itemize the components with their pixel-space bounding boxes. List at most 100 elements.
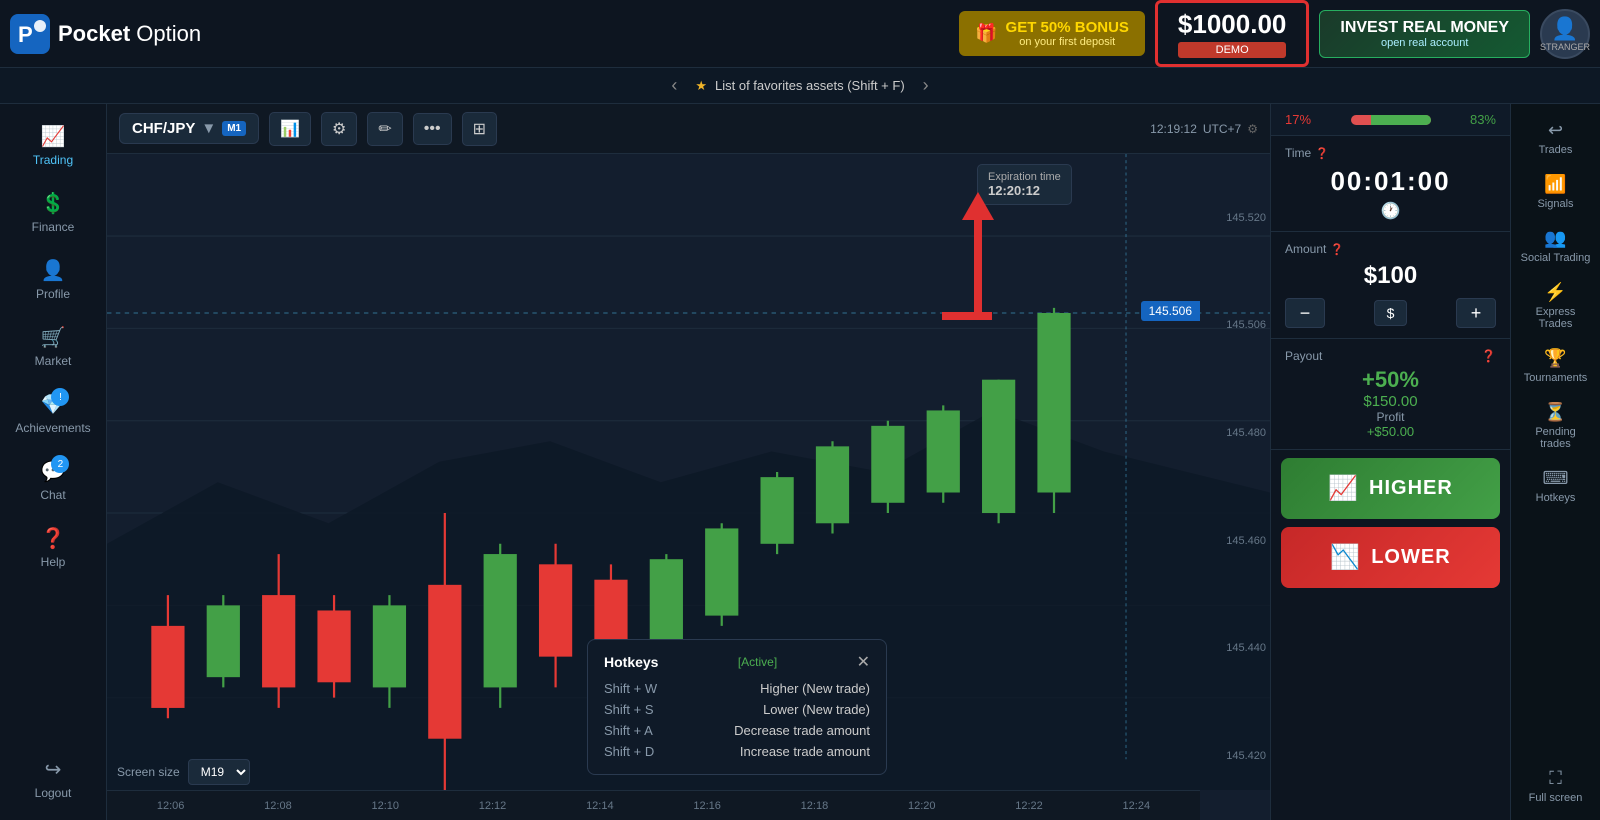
- main-layout: 📈 Trading 💲 Finance 👤 Profile 🛒 Market 💎…: [0, 104, 1600, 820]
- more-button[interactable]: •••: [413, 113, 452, 145]
- indicators-button[interactable]: ⚙: [321, 112, 357, 146]
- signals-icon: 📶: [1544, 174, 1566, 195]
- fav-prev-arrow[interactable]: ‹: [661, 75, 687, 96]
- chart-toolbar: CHF/JPY ▼ M1 📊 ⚙ ✏ ••• ⊞ 12:19:12 UTC+7 …: [107, 104, 1270, 154]
- x-label-8: 12:22: [975, 800, 1082, 812]
- fr-label-pending-trades: Pending trades: [1520, 426, 1592, 450]
- x-label-2: 12:10: [332, 800, 439, 812]
- fr-item-trades[interactable]: ↩ Trades: [1516, 112, 1596, 164]
- higher-label: HIGHER: [1369, 477, 1453, 500]
- sidebar-item-logout[interactable]: ↪ Logout: [8, 747, 98, 810]
- payout-help-icon: ❓: [1481, 349, 1496, 363]
- amount-minus-button[interactable]: −: [1285, 298, 1325, 328]
- fr-item-express-trades[interactable]: ⚡ Express Trades: [1516, 274, 1596, 338]
- profit-amount: $150.00: [1285, 393, 1496, 410]
- express-trades-icon: ⚡: [1544, 282, 1566, 303]
- deposit-button[interactable]: 🎁 GET 50% BONUS on your first deposit: [959, 11, 1145, 56]
- gift-icon: 🎁: [975, 23, 997, 44]
- timezone: UTC+7: [1203, 122, 1241, 136]
- hotkeys-popup: Hotkeys [Active] ✕ Shift + W Higher (New…: [587, 639, 887, 775]
- lower-button[interactable]: 📉 LOWER: [1281, 527, 1500, 588]
- time-help-icon: ❓: [1315, 147, 1329, 160]
- fr-item-signals[interactable]: 📶 Signals: [1516, 166, 1596, 218]
- hotkey-key-3: Shift + D: [604, 744, 654, 759]
- hotkey-key-1: Shift + S: [604, 702, 654, 717]
- timeframe-down-icon: ▼: [201, 120, 216, 137]
- fr-label-fullscreen: Full screen: [1529, 792, 1583, 804]
- x-label-4: 12:14: [546, 800, 653, 812]
- logo-icon: P: [10, 14, 50, 54]
- invest-button[interactable]: INVEST REAL MONEY open real account: [1319, 10, 1530, 58]
- market-icon: 🛒: [41, 325, 66, 350]
- fr-item-hotkeys[interactable]: ⌨ Hotkeys: [1516, 460, 1596, 512]
- right-panel: 17% 83% Time ❓ 00:01:00 🕐 Amount ❓ $100 …: [1270, 104, 1510, 820]
- sidebar-item-achievements[interactable]: 💎 ! Achievements: [8, 382, 98, 445]
- invest-subtitle: open real account: [1340, 37, 1509, 49]
- payout-percent: +50%: [1285, 367, 1496, 393]
- lower-icon: 📉: [1330, 543, 1361, 572]
- sidebar-label-chat: Chat: [40, 488, 65, 502]
- clock-icon: 🕐: [1285, 201, 1496, 221]
- screen-size-select[interactable]: M19M10M20: [188, 759, 250, 785]
- screen-size-bar: Screen size M19M10M20: [117, 759, 250, 785]
- payout-label: Payout: [1285, 349, 1322, 363]
- fav-next-arrow[interactable]: ›: [913, 75, 939, 96]
- fr-item-pending-trades[interactable]: ⏳ Pending trades: [1516, 394, 1596, 458]
- higher-button[interactable]: 📈 HIGHER: [1281, 458, 1500, 519]
- x-label-5: 12:16: [653, 800, 760, 812]
- amount-section: Amount ❓ $100 − $ +: [1271, 232, 1510, 339]
- layout-button[interactable]: ⊞: [462, 112, 497, 146]
- payout-track: [1351, 115, 1431, 125]
- avatar-icon: 👤: [1551, 16, 1578, 42]
- sidebar-label-trading: Trading: [33, 153, 73, 167]
- amount-controls: − $ +: [1285, 298, 1496, 328]
- sidebar-label-profile: Profile: [36, 287, 70, 301]
- amount-plus-button[interactable]: +: [1456, 298, 1496, 328]
- user-avatar[interactable]: 👤 STRANGER: [1540, 9, 1590, 59]
- fr-item-social-trading[interactable]: 👥 Social Trading: [1516, 220, 1596, 272]
- trades-icon: ↩: [1548, 120, 1563, 141]
- help-icon: ❓: [41, 526, 66, 551]
- tournaments-icon: 🏆: [1544, 348, 1566, 369]
- username: STRANGER: [1540, 42, 1590, 52]
- fr-label-hotkeys: Hotkeys: [1536, 492, 1576, 504]
- hotkeys-header: Hotkeys [Active] ✕: [604, 652, 870, 672]
- chart-type-button[interactable]: 📊: [269, 112, 311, 146]
- currency-symbol: $: [1374, 300, 1408, 326]
- time-label: Time ❓: [1285, 146, 1496, 160]
- sidebar-item-profile[interactable]: 👤 Profile: [8, 248, 98, 311]
- sidebar-item-market[interactable]: 🛒 Market: [8, 315, 98, 378]
- fr-item-fullscreen[interactable]: ⛶ Full screen: [1516, 760, 1596, 812]
- draw-button[interactable]: ✏: [367, 112, 402, 146]
- invest-title: INVEST REAL MONEY: [1340, 19, 1509, 37]
- sidebar-label-logout: Logout: [35, 786, 72, 800]
- chat-badge: 2: [51, 455, 69, 473]
- time-section: Time ❓ 00:01:00 🕐: [1271, 136, 1510, 232]
- logout-icon: ↪: [45, 757, 62, 782]
- fr-label-trades: Trades: [1539, 144, 1573, 156]
- sidebar-item-help[interactable]: ❓ Help: [8, 516, 98, 579]
- time-settings-icon[interactable]: ⚙: [1247, 122, 1258, 136]
- price-badge: 145.506: [1141, 301, 1200, 321]
- achievements-badge: !: [51, 388, 69, 406]
- chart-time: 12:19:12: [1150, 122, 1197, 136]
- asset-selector[interactable]: CHF/JPY ▼ M1: [119, 113, 259, 144]
- demo-amount: $1000.00: [1178, 9, 1286, 40]
- hotkeys-title: Hotkeys: [604, 654, 658, 670]
- sidebar-item-chat[interactable]: 💬 2 Chat: [8, 449, 98, 512]
- social-trading-icon: 👥: [1544, 228, 1566, 249]
- sidebar-item-trading[interactable]: 📈 Trading: [8, 114, 98, 177]
- demo-balance-button[interactable]: $1000.00 DEMO: [1155, 0, 1309, 67]
- expiration-flag: Expiration time 12:20:12: [977, 164, 1072, 205]
- hotkey-action-2: Decrease trade amount: [734, 723, 870, 738]
- sidebar-item-finance[interactable]: 💲 Finance: [8, 181, 98, 244]
- payout-header: Payout ❓: [1285, 349, 1496, 363]
- hotkeys-close-button[interactable]: ✕: [857, 652, 870, 672]
- amount-display: $100: [1285, 262, 1496, 290]
- fr-item-tournaments[interactable]: 🏆 Tournaments: [1516, 340, 1596, 392]
- fr-label-signals: Signals: [1537, 198, 1573, 210]
- hotkeys-icon: ⌨: [1543, 468, 1569, 489]
- demo-label: DEMO: [1178, 42, 1286, 58]
- x-axis: 12:06 12:08 12:10 12:12 12:14 12:16 12:1…: [107, 790, 1200, 820]
- x-label-1: 12:08: [224, 800, 331, 812]
